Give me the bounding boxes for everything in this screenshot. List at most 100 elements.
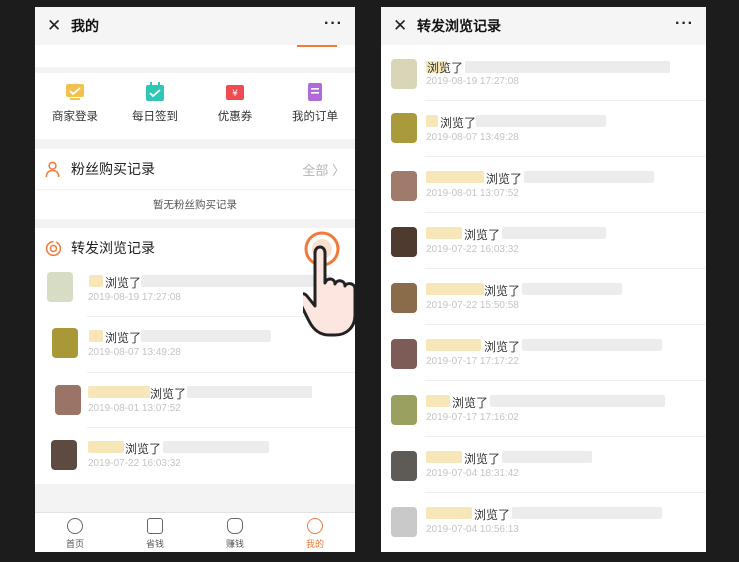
record-list: 浏览了 2019-08-19 17:27:08 浏览了 2019-08-07 1… bbox=[381, 45, 706, 549]
coupon-icon: ¥ bbox=[226, 85, 244, 100]
record-date: 2019-07-22 15:50:58 bbox=[426, 300, 519, 311]
blurred-title bbox=[187, 386, 312, 398]
blurred-title bbox=[524, 171, 654, 183]
phone-screen-forward-records: ✕ 转发浏览记录 ··· 浏览了 2019-08-19 17:27:08 浏览了… bbox=[381, 7, 706, 552]
quick-item-label: 每日签到 bbox=[132, 111, 178, 123]
tab-mine[interactable]: 我的 bbox=[275, 513, 355, 552]
quick-menu: 商家登录 每日签到 ¥ 优惠券 我的订单 bbox=[35, 73, 355, 139]
avatar bbox=[391, 171, 417, 201]
title-bar: ✕ 我的 ··· bbox=[35, 7, 355, 45]
record-label: 浏览了 bbox=[125, 442, 162, 456]
blurred-name bbox=[426, 339, 481, 351]
list-item[interactable]: 浏览了 2019-07-04 10:56:13 bbox=[381, 493, 706, 549]
list-item[interactable]: 浏览了 2019-07-04 18:31:42 bbox=[381, 437, 706, 493]
record-date: 2019-07-17 17:16:02 bbox=[426, 412, 519, 423]
save-icon bbox=[147, 518, 163, 534]
profile-strip bbox=[35, 45, 355, 67]
list-item[interactable]: 浏览了 2019-07-17 17:17:22 bbox=[381, 325, 706, 381]
quick-item-daily-checkin[interactable]: 每日签到 bbox=[115, 73, 195, 139]
record-date: 2019-07-22 16:03:32 bbox=[88, 458, 181, 469]
tab-label: 首页 bbox=[65, 539, 84, 549]
list-item[interactable]: 浏览了 2019-08-19 17:27:08 bbox=[381, 45, 706, 101]
tab-bar: 首页 省钱 赚钱 我的 bbox=[35, 512, 355, 552]
avatar bbox=[391, 395, 417, 425]
more-icon[interactable]: ··· bbox=[675, 15, 694, 33]
blurred-title bbox=[141, 330, 271, 342]
person-icon bbox=[307, 518, 323, 534]
page-title: 转发浏览记录 bbox=[417, 18, 501, 34]
quick-item-merchant-login[interactable]: 商家登录 bbox=[35, 73, 115, 139]
list-item[interactable]: 浏览了 2019-07-22 15:50:58 bbox=[381, 269, 706, 325]
blurred-name bbox=[426, 451, 462, 463]
tab-label: 省钱 bbox=[145, 539, 164, 549]
blurred-name bbox=[426, 171, 484, 183]
spiral-icon bbox=[45, 239, 62, 256]
tab-label: 我的 bbox=[305, 539, 324, 549]
close-icon[interactable]: ✕ bbox=[47, 16, 69, 36]
record-label: 浏览了 bbox=[440, 116, 477, 130]
avatar bbox=[52, 328, 78, 358]
record-label: 浏览了 bbox=[105, 331, 142, 345]
record-label: 浏览了 bbox=[427, 61, 464, 75]
record-date: 2019-08-07 13:49:28 bbox=[426, 132, 519, 143]
blurred-title bbox=[476, 115, 606, 127]
fans-purchase-section: 粉丝购买记录 全部 〉 暂无粉丝购买记录 bbox=[35, 149, 355, 219]
blurred-name bbox=[88, 386, 150, 398]
record-date: 2019-08-01 13:07:52 bbox=[88, 403, 181, 414]
record-date: 2019-07-17 17:17:22 bbox=[426, 356, 519, 367]
list-item[interactable]: 浏览了 2019-08-07 13:49:28 bbox=[381, 101, 706, 157]
quick-item-label: 我的订单 bbox=[292, 111, 338, 123]
blurred-name bbox=[426, 115, 438, 127]
avatar bbox=[47, 272, 73, 302]
blurred-name bbox=[426, 283, 484, 295]
page-title: 我的 bbox=[71, 18, 99, 34]
record-label: 浏览了 bbox=[484, 284, 521, 298]
more-icon[interactable]: ··· bbox=[324, 15, 343, 33]
avatar bbox=[51, 440, 77, 470]
view-all-label: 全部 bbox=[302, 162, 329, 178]
avatar bbox=[55, 385, 81, 415]
list-item[interactable]: 浏览了 2019-07-22 16:03:32 bbox=[35, 428, 355, 483]
avatar bbox=[391, 451, 417, 481]
quick-item-my-orders[interactable]: 我的订单 bbox=[275, 73, 355, 139]
money-bag-icon bbox=[227, 518, 243, 534]
svg-text:¥: ¥ bbox=[232, 89, 238, 99]
merchant-icon bbox=[66, 84, 84, 100]
avatar bbox=[391, 113, 417, 143]
title-bar: ✕ 转发浏览记录 ··· bbox=[381, 7, 706, 45]
record-label: 浏览了 bbox=[105, 276, 142, 290]
tab-save[interactable]: 省钱 bbox=[115, 513, 195, 552]
pointing-hand-icon bbox=[303, 231, 355, 337]
tab-earn[interactable]: 赚钱 bbox=[195, 513, 275, 552]
blurred-title bbox=[502, 451, 592, 463]
compass-icon bbox=[67, 518, 83, 534]
person-icon bbox=[45, 161, 60, 177]
close-icon[interactable]: ✕ bbox=[393, 16, 415, 36]
quick-item-coupon[interactable]: ¥ 优惠券 bbox=[195, 73, 275, 139]
avatar bbox=[391, 227, 417, 257]
record-label: 浏览了 bbox=[486, 172, 523, 186]
fans-purchase-header[interactable]: 粉丝购买记录 全部 〉 bbox=[35, 149, 355, 189]
blurred-title bbox=[522, 339, 662, 351]
list-item[interactable]: 浏览了 2019-07-22 16:03:32 bbox=[381, 213, 706, 269]
tab-label: 赚钱 bbox=[225, 539, 244, 549]
tab-home[interactable]: 首页 bbox=[35, 513, 115, 552]
record-label: 浏览了 bbox=[474, 508, 511, 522]
record-date: 2019-08-07 13:49:28 bbox=[88, 347, 181, 358]
blurred-title bbox=[465, 61, 670, 73]
calendar-check-icon bbox=[146, 82, 164, 101]
list-item[interactable]: 浏览了 2019-08-01 13:07:52 bbox=[35, 373, 355, 428]
list-item[interactable]: 浏览了 2019-07-17 17:16:02 bbox=[381, 381, 706, 437]
blurred-name bbox=[426, 227, 462, 239]
view-all-link[interactable]: 全部 〉 bbox=[302, 160, 345, 179]
quick-item-label: 优惠券 bbox=[217, 111, 253, 123]
record-label: 浏览了 bbox=[464, 228, 501, 242]
empty-note: 暂无粉丝购买记录 bbox=[35, 189, 355, 219]
chevron-right-icon: 〉 bbox=[331, 162, 345, 178]
record-label: 浏览了 bbox=[464, 452, 501, 466]
record-date: 2019-07-04 18:31:42 bbox=[426, 468, 519, 479]
avatar bbox=[391, 339, 417, 369]
list-item[interactable]: 浏览了 2019-08-01 13:07:52 bbox=[381, 157, 706, 213]
record-date: 2019-07-22 16:03:32 bbox=[426, 244, 519, 255]
blurred-name bbox=[89, 330, 103, 342]
